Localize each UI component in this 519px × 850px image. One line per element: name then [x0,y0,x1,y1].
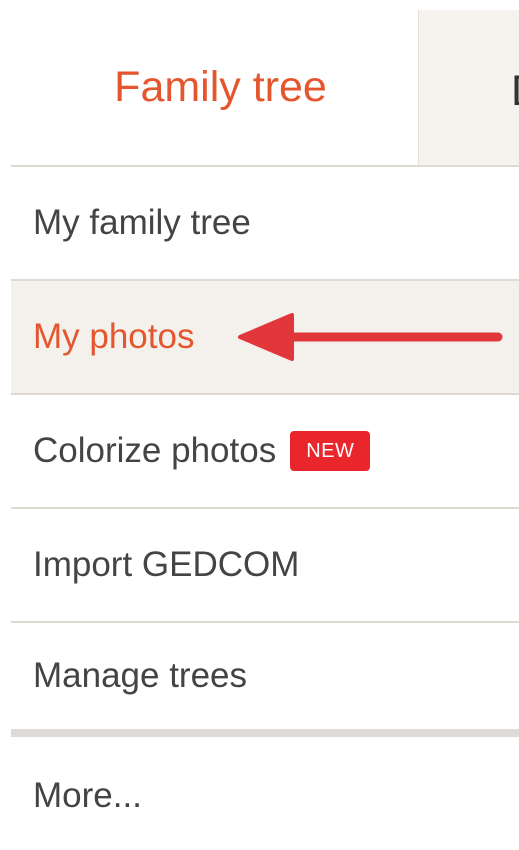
menu-item-label: Colorize photos [33,431,277,470]
tab-family-tree-label: Family tree [114,63,327,111]
menu-item-label: My photos [33,317,195,356]
menu-item-label: More... [33,776,142,815]
tab-next-label: D [511,67,519,116]
left-arrow-icon [238,313,503,361]
tab-family-tree[interactable]: Family tree [11,10,418,165]
menu-item-label: Import GEDCOM [33,545,300,584]
menu-item-colorize-photos[interactable]: Colorize photos NEW [11,395,519,509]
new-badge: NEW [290,431,371,471]
menu-item-label: My family tree [33,203,251,242]
tab-next[interactable]: D [418,10,519,165]
menu-item-more[interactable]: More... [11,737,519,850]
menu-item-my-family-tree[interactable]: My family tree [11,167,519,281]
menu-item-label: Manage trees [33,656,248,695]
menu-item-import-gedcom[interactable]: Import GEDCOM [11,509,519,623]
menu-item-manage-trees[interactable]: Manage trees [11,623,519,737]
page: Family tree D My family tree My photos C… [0,0,519,850]
family-tree-menu: My family tree My photos Colorize photos… [11,167,519,850]
